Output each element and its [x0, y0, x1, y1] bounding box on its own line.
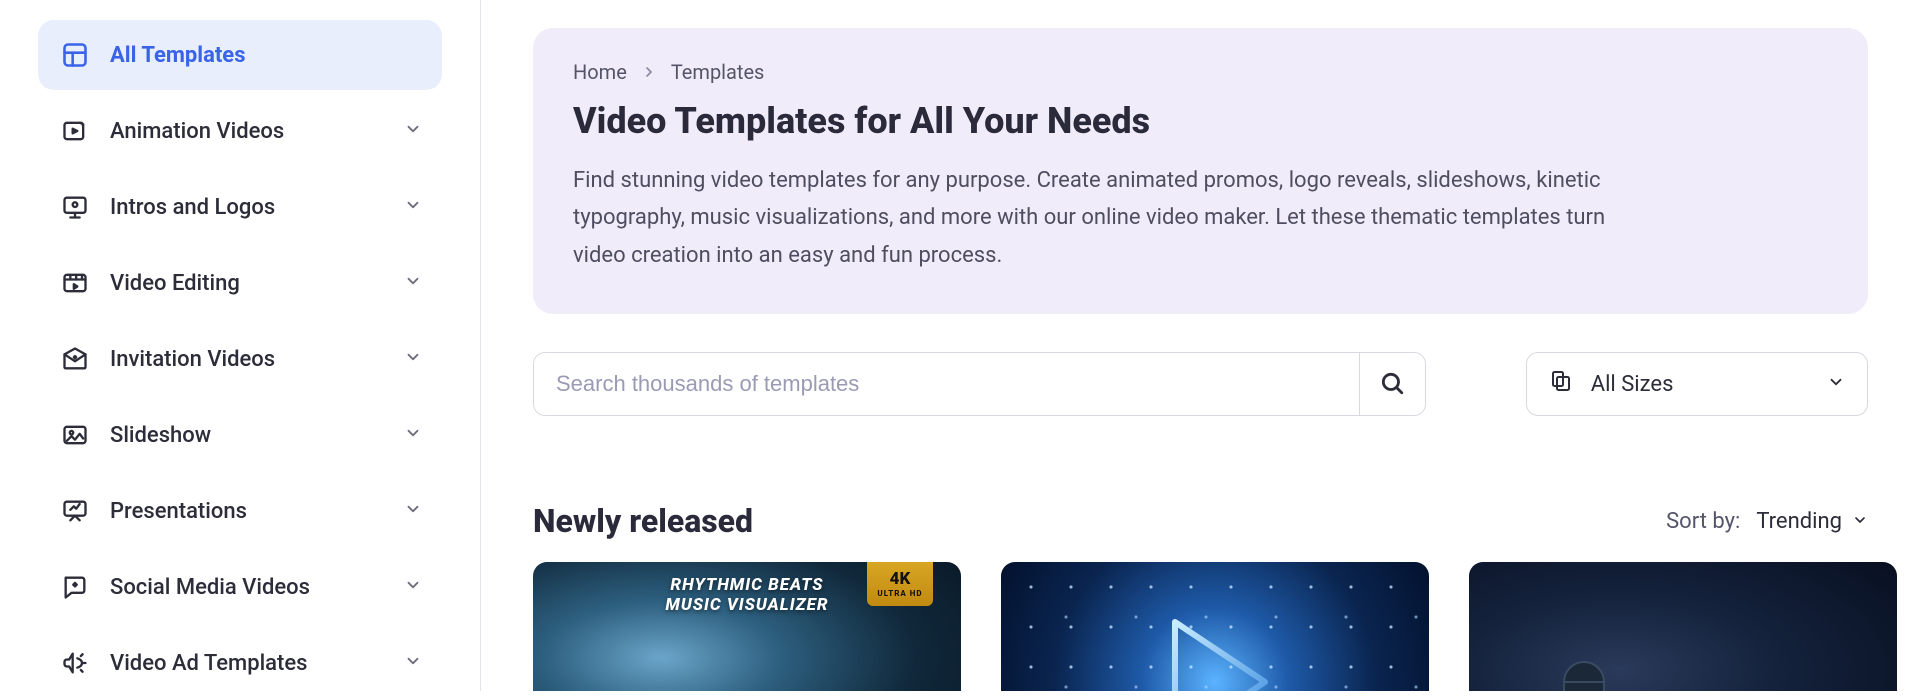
sidebar-item-animation-videos[interactable]: Animation Videos: [38, 96, 442, 166]
card-title-line2: MUSIC VISUALIZER: [665, 595, 828, 615]
size-filter-label: All Sizes: [1591, 372, 1809, 397]
template-cards-row: RHYTHMIC BEATS MUSIC VISUALIZER 4K ULTRA…: [533, 562, 1868, 691]
search-button[interactable]: [1359, 353, 1425, 415]
chevron-down-icon: [1827, 372, 1845, 397]
section-header: Newly released Sort by: Trending: [533, 502, 1868, 540]
size-filter-dropdown[interactable]: All Sizes: [1526, 352, 1868, 416]
sidebar-item-label: Presentations: [110, 499, 404, 524]
chevron-down-icon: [1852, 509, 1868, 534]
sidebar-item-label: Slideshow: [110, 423, 404, 448]
badge-4k-top: 4K: [890, 571, 911, 588]
badge-4k-bottom: ULTRA HD: [877, 590, 922, 598]
microphone-icon: [1539, 652, 1629, 691]
search-input[interactable]: [534, 353, 1359, 415]
page-title: Video Templates for All Your Needs: [573, 100, 1828, 142]
hero-banner: Home Templates Video Templates for All Y…: [533, 28, 1868, 314]
chevron-down-icon: [404, 272, 422, 294]
intro-icon: [58, 190, 92, 224]
sidebar-item-label: All Templates: [110, 43, 422, 68]
template-card-music-play[interactable]: [1001, 562, 1429, 691]
sizes-icon: [1549, 369, 1573, 399]
templates-grid-icon: [58, 38, 92, 72]
breadcrumb: Home Templates: [573, 60, 1828, 84]
badge-4k: 4K ULTRA HD: [867, 562, 933, 606]
template-card-rhythmic-beats[interactable]: RHYTHMIC BEATS MUSIC VISUALIZER 4K ULTRA…: [533, 562, 961, 691]
sidebar-item-label: Video Ad Templates: [110, 651, 404, 676]
sidebar-item-video-ad-templates[interactable]: Video Ad Templates: [38, 628, 442, 698]
sidebar-item-invitation-videos[interactable]: Invitation Videos: [38, 324, 442, 394]
chevron-right-icon: [641, 64, 657, 80]
sidebar-item-label: Intros and Logos: [110, 195, 404, 220]
sidebar-item-label: Invitation Videos: [110, 347, 404, 372]
sidebar-item-label: Video Editing: [110, 271, 404, 296]
sort-by-label: Sort by:: [1666, 509, 1740, 534]
chevron-down-icon: [404, 196, 422, 218]
search-wrap: [533, 352, 1426, 416]
sidebar-item-slideshow[interactable]: Slideshow: [38, 400, 442, 470]
sidebar-item-label: Animation Videos: [110, 119, 404, 144]
breadcrumb-home[interactable]: Home: [573, 60, 627, 84]
sidebar-item-intros-and-logos[interactable]: Intros and Logos: [38, 172, 442, 242]
chevron-down-icon: [404, 652, 422, 674]
video-editing-icon: [58, 266, 92, 300]
sort-by: Sort by: Trending: [1666, 509, 1868, 534]
chevron-down-icon: [404, 424, 422, 446]
search-icon: [1379, 370, 1405, 399]
chevron-down-icon: [404, 120, 422, 142]
section-title: Newly released: [533, 502, 753, 540]
sort-by-dropdown[interactable]: Trending: [1756, 509, 1868, 534]
slideshow-icon: [58, 418, 92, 452]
presentations-icon: [58, 494, 92, 528]
sidebar-item-social-media-videos[interactable]: Social Media Videos: [38, 552, 442, 622]
invitation-icon: [58, 342, 92, 376]
play-icon: [1155, 612, 1275, 691]
sidebar-item-presentations[interactable]: Presentations: [38, 476, 442, 546]
chevron-down-icon: [404, 348, 422, 370]
social-icon: [58, 570, 92, 604]
template-card-podcast-intro[interactable]: PODCAST: [1469, 562, 1897, 691]
sidebar-item-all-templates[interactable]: All Templates: [38, 20, 442, 90]
sidebar-item-video-editing[interactable]: Video Editing: [38, 248, 442, 318]
sort-by-value: Trending: [1756, 509, 1842, 534]
chevron-down-icon: [404, 500, 422, 522]
card-title: RHYTHMIC BEATS MUSIC VISUALIZER: [665, 576, 828, 615]
main-content: Home Templates Video Templates for All Y…: [481, 0, 1920, 691]
animation-icon: [58, 114, 92, 148]
megaphone-icon: [58, 646, 92, 680]
card-title-line1: RHYTHMIC BEATS: [670, 575, 823, 595]
controls-row: All Sizes: [533, 352, 1868, 416]
sidebar-item-label: Social Media Videos: [110, 575, 404, 600]
page-description: Find stunning video templates for any pu…: [573, 162, 1613, 274]
sidebar: All Templates Animation Videos Intros an…: [0, 0, 480, 691]
breadcrumb-current: Templates: [671, 60, 765, 84]
chevron-down-icon: [404, 576, 422, 598]
